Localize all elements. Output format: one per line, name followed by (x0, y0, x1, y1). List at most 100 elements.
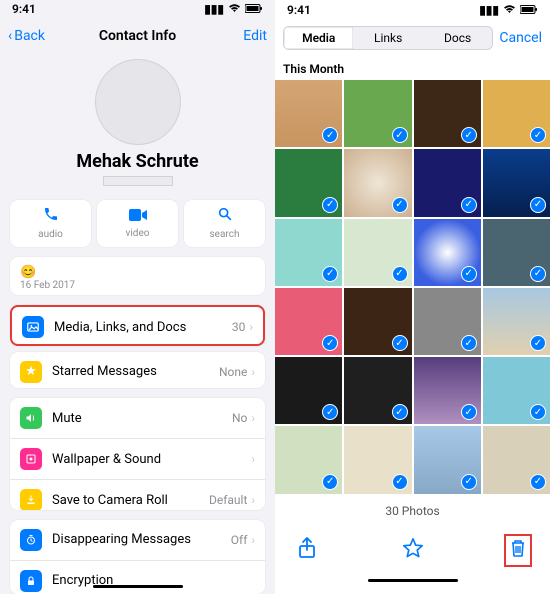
check-icon: ✓ (461, 127, 477, 143)
check-icon: ✓ (461, 404, 477, 420)
chevron-left-icon: ‹ (8, 28, 12, 44)
check-icon: ✓ (392, 127, 408, 143)
media-thumb[interactable]: ✓ (344, 288, 411, 355)
media-thumb[interactable]: ✓ (275, 80, 342, 147)
chevron-right-icon: › (251, 365, 255, 379)
wallpaper-row[interactable]: Wallpaper & Sound › (10, 438, 265, 479)
camera-label: Save to Camera Roll (52, 493, 209, 508)
wifi-icon (228, 2, 241, 16)
media-value: 30 (232, 320, 246, 334)
mute-row[interactable]: Mute No › (10, 398, 265, 438)
contact-subtitle-placeholder (103, 176, 173, 186)
nav-bar-left: ‹ Back Contact Info Edit (0, 18, 275, 53)
status-bar-left: 9:41 ▮▮▮ (0, 0, 275, 18)
check-icon: ✓ (392, 474, 408, 490)
back-button[interactable]: ‹ Back (8, 28, 68, 44)
video-icon (97, 206, 178, 225)
media-thumb[interactable]: ✓ (344, 149, 411, 216)
starred-messages-row[interactable]: ★ Starred Messages None › (10, 352, 265, 389)
tab-docs[interactable]: Docs (423, 27, 492, 49)
status-date: 16 Feb 2017 (20, 280, 255, 291)
disappear-value: Off (231, 533, 248, 547)
bottom-toolbar (275, 528, 550, 579)
media-thumb[interactable]: ✓ (483, 426, 550, 493)
cancel-button[interactable]: Cancel (499, 30, 542, 46)
check-icon: ✓ (322, 197, 338, 213)
edit-button[interactable]: Edit (207, 28, 267, 44)
camera-roll-row[interactable]: Save to Camera Roll Default › (10, 479, 265, 509)
media-thumb[interactable]: ✓ (414, 357, 481, 424)
media-thumb[interactable]: ✓ (483, 288, 550, 355)
back-label: Back (14, 28, 45, 44)
media-thumb[interactable]: ✓ (344, 80, 411, 147)
media-grid: ✓ ✓ ✓ ✓ ✓ ✓ ✓ ✓ ✓ ✓ ✓ ✓ ✓ ✓ ✓ ✓ ✓ ✓ ✓ ✓ … (275, 80, 550, 494)
video-button[interactable]: video (97, 200, 178, 247)
timer-icon (20, 529, 42, 551)
status-icons: ▮▮▮ (479, 3, 538, 17)
media-thumb[interactable]: ✓ (275, 149, 342, 216)
speaker-icon (20, 407, 42, 429)
page-title: Contact Info (99, 28, 176, 44)
audio-button[interactable]: audio (10, 200, 91, 247)
home-indicator (93, 585, 183, 588)
media-thumb[interactable]: ✓ (483, 357, 550, 424)
media-thumb[interactable]: ✓ (414, 288, 481, 355)
media-thumb[interactable]: ✓ (414, 219, 481, 286)
tab-media[interactable]: Media (284, 27, 353, 49)
share-button[interactable] (293, 537, 321, 564)
media-thumb[interactable]: ✓ (275, 426, 342, 493)
battery-icon (520, 3, 538, 17)
check-icon: ✓ (461, 266, 477, 282)
contact-name: Mehak Schrute (76, 151, 198, 172)
media-thumb[interactable]: ✓ (275, 219, 342, 286)
chevron-right-icon: › (251, 411, 255, 425)
settings-card: Mute No › Wallpaper & Sound › Save to Ca… (10, 398, 265, 509)
media-thumb[interactable]: ✓ (275, 357, 342, 424)
wallpaper-label: Wallpaper & Sound (52, 452, 251, 467)
media-thumb[interactable]: ✓ (275, 288, 342, 355)
media-links-docs-card: Media, Links, and Docs 30 › (10, 305, 265, 346)
wifi-icon (503, 3, 516, 17)
starred-label: Starred Messages (52, 364, 219, 379)
lock-icon (20, 570, 42, 592)
mute-label: Mute (52, 411, 232, 426)
emoji-icon: 😊 (20, 265, 255, 280)
chevron-right-icon: › (251, 452, 255, 466)
disappear-label: Disappearing Messages (52, 532, 231, 547)
media-thumb[interactable]: ✓ (414, 149, 481, 216)
search-label: search (210, 229, 240, 240)
media-thumb[interactable]: ✓ (344, 357, 411, 424)
tab-links[interactable]: Links (353, 27, 422, 49)
encryption-row[interactable]: Encryption (10, 560, 265, 594)
search-button[interactable]: search (184, 200, 265, 247)
star-button[interactable] (399, 537, 427, 564)
media-thumb[interactable]: ✓ (344, 219, 411, 286)
media-thumb[interactable]: ✓ (414, 426, 481, 493)
avatar[interactable] (95, 59, 181, 145)
media-links-docs-row[interactable]: Media, Links, and Docs 30 › (12, 307, 263, 346)
signal-icon: ▮▮▮ (204, 2, 224, 16)
delete-button[interactable] (510, 539, 526, 563)
media-thumb[interactable]: ✓ (344, 426, 411, 493)
star-icon: ★ (20, 361, 42, 383)
media-thumb[interactable]: ✓ (414, 80, 481, 147)
status-card: 😊 16 Feb 2017 (10, 257, 265, 295)
media-thumb[interactable]: ✓ (483, 80, 550, 147)
camera-value: Default (209, 493, 247, 507)
status-icons: ▮▮▮ (204, 2, 263, 16)
photos-icon (22, 316, 44, 338)
contact-header: Mehak Schrute (0, 53, 275, 194)
media-thumb[interactable]: ✓ (483, 149, 550, 216)
contact-info-screen: 9:41 ▮▮▮ ‹ Back Contact Info Edit Mehak … (0, 0, 275, 594)
segmented-control: Media Links Docs (283, 26, 493, 50)
media-thumb[interactable]: ✓ (483, 219, 550, 286)
check-icon: ✓ (392, 404, 408, 420)
disappearing-row[interactable]: Disappearing Messages Off › (10, 520, 265, 560)
download-icon (20, 489, 42, 509)
status-time: 9:41 (287, 3, 311, 17)
status-bar-right: 9:41 ▮▮▮ (275, 0, 550, 20)
selection-count: 30 Photos (275, 494, 550, 528)
media-label: Media, Links, and Docs (54, 320, 232, 335)
check-icon: ✓ (392, 335, 408, 351)
battery-icon (245, 2, 263, 16)
